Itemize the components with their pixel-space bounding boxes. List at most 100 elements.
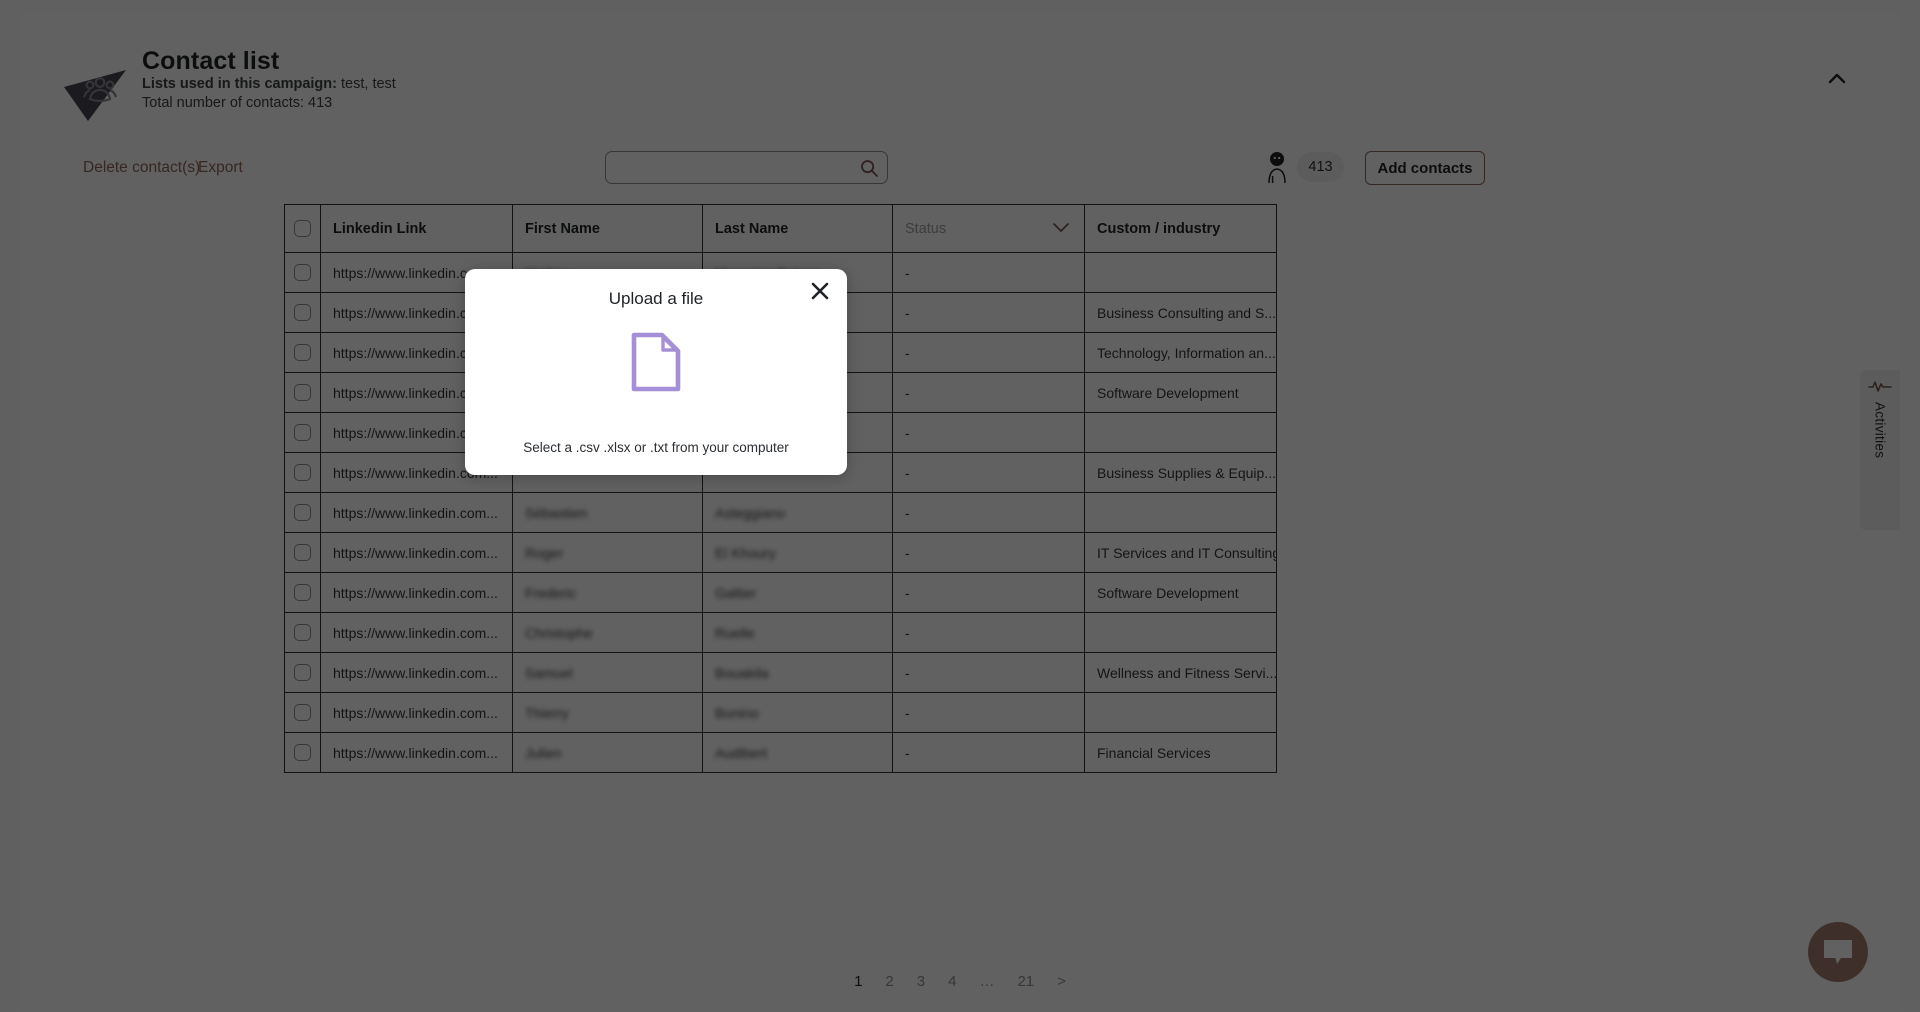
row-checkbox[interactable] xyxy=(294,344,311,361)
cell-linkedin-link: https://www.linkedin.com... xyxy=(320,612,513,653)
cell-custom-industry xyxy=(1084,412,1277,453)
row-checkbox[interactable] xyxy=(294,384,311,401)
row-checkbox[interactable] xyxy=(294,624,311,641)
row-select-cell[interactable] xyxy=(284,692,321,733)
pagination-next-button[interactable]: > xyxy=(1057,974,1066,989)
row-checkbox[interactable] xyxy=(294,744,311,761)
row-select-cell[interactable] xyxy=(284,572,321,613)
table-row[interactable]: https://www.linkedin.com... Julien Audiber… xyxy=(284,732,1277,773)
pagination: 1 2 3 4 … 21 > xyxy=(20,974,1900,989)
cell-custom-industry-text: Software Development xyxy=(1097,584,1239,601)
cell-linkedin-link: https://www.linkedin.com... xyxy=(320,732,513,773)
cell-status-text: - xyxy=(905,464,910,481)
cell-first-name-text: Samuel xyxy=(525,664,573,681)
chevron-down-icon[interactable] xyxy=(1052,221,1070,233)
row-select-cell[interactable] xyxy=(284,732,321,773)
cell-last-name-text: Bouakila xyxy=(715,664,769,681)
cell-status-text: - xyxy=(905,344,910,361)
app-dimmed-layer: Contact list Lists used in this campaign… xyxy=(0,0,1920,1012)
row-checkbox[interactable] xyxy=(294,584,311,601)
select-all-header[interactable] xyxy=(284,204,321,253)
cell-status: - xyxy=(892,692,1085,733)
cell-status: - xyxy=(892,572,1085,613)
row-select-cell[interactable] xyxy=(284,412,321,453)
cell-status: - xyxy=(892,412,1085,453)
chevron-up-icon[interactable] xyxy=(1820,62,1854,96)
cell-status-text: - xyxy=(905,744,910,761)
cell-status: - xyxy=(892,332,1085,373)
cell-status-text: - xyxy=(905,504,910,521)
table-row[interactable]: https://www.linkedin.com... Roger El Khour… xyxy=(284,532,1277,573)
cell-linkedin-link: https://www.linkedin.com... xyxy=(320,572,513,613)
select-all-checkbox[interactable] xyxy=(294,220,311,237)
cell-last-name: Asteggiano xyxy=(702,492,893,533)
row-select-cell[interactable] xyxy=(284,612,321,653)
pagination-page-2[interactable]: 2 xyxy=(885,974,893,989)
cell-first-name-text: Sébastien xyxy=(525,504,588,521)
row-checkbox[interactable] xyxy=(294,504,311,521)
table-row[interactable]: https://www.linkedin.com... Frederic Galti… xyxy=(284,572,1277,613)
pagination-page-3[interactable]: 3 xyxy=(917,974,925,989)
row-checkbox[interactable] xyxy=(294,264,311,281)
cell-first-name: Sébastien xyxy=(512,492,703,533)
row-select-cell[interactable] xyxy=(284,332,321,373)
row-checkbox[interactable] xyxy=(294,544,311,561)
pagination-page-1[interactable]: 1 xyxy=(854,974,862,989)
contact-list-page: Contact list Lists used in this campaign… xyxy=(20,14,1900,1012)
column-header-custom-industry[interactable]: Custom / industry xyxy=(1084,204,1277,253)
cell-status: - xyxy=(892,732,1085,773)
row-select-cell[interactable] xyxy=(284,292,321,333)
cell-first-name: Julien xyxy=(512,732,703,773)
row-select-cell[interactable] xyxy=(284,252,321,293)
cell-status-text: - xyxy=(905,264,910,281)
cell-linkedin-link-text: https://www.linkedin.com... xyxy=(333,624,498,641)
delete-contacts-button[interactable]: Delete contact(s) xyxy=(83,159,200,177)
row-select-cell[interactable] xyxy=(284,652,321,693)
cell-linkedin-link: https://www.linkedin.com... xyxy=(320,492,513,533)
table-row[interactable]: https://www.linkedin.com... Christophe Rue… xyxy=(284,612,1277,653)
cell-last-name-text: Galtier xyxy=(715,584,757,601)
search-box[interactable] xyxy=(605,151,888,184)
column-header-first-name[interactable]: First Name xyxy=(512,204,703,253)
cell-first-name-text: Christophe xyxy=(525,624,593,641)
campaign-lists-line: Lists used in this campaign: test, test xyxy=(142,76,396,92)
row-select-cell[interactable] xyxy=(284,452,321,493)
column-header-status-label: Status xyxy=(905,220,947,237)
search-icon[interactable] xyxy=(859,158,879,178)
export-button[interactable]: Export xyxy=(198,159,243,177)
row-checkbox[interactable] xyxy=(294,424,311,441)
cell-last-name: Ruelle xyxy=(702,612,893,653)
person-icon xyxy=(1264,150,1292,184)
table-row[interactable]: https://www.linkedin.com... Thierry Bonino… xyxy=(284,692,1277,733)
activities-panel-tab[interactable]: Activities xyxy=(1860,370,1900,530)
cell-linkedin-link-text: https://www.linkedin.com... xyxy=(333,544,498,561)
cell-status: - xyxy=(892,492,1085,533)
table-header: Linkedin Link First Name Last Name Statu… xyxy=(284,204,1277,253)
cell-first-name: Frederic xyxy=(512,572,703,613)
row-select-cell[interactable] xyxy=(284,492,321,533)
cell-first-name: Christophe xyxy=(512,612,703,653)
add-contacts-button[interactable]: Add contacts xyxy=(1365,151,1485,185)
row-checkbox[interactable] xyxy=(294,664,311,681)
column-header-linkedin[interactable]: Linkedin Link xyxy=(320,204,513,253)
table-row[interactable]: https://www.linkedin.com... Samuel Bouakil… xyxy=(284,652,1277,693)
row-select-cell[interactable] xyxy=(284,372,321,413)
cell-linkedin-link-text: https://www.linkedin.com... xyxy=(333,704,498,721)
column-header-status[interactable]: Status xyxy=(892,204,1085,253)
cell-last-name-text: Bonino xyxy=(715,704,759,721)
table-row[interactable]: https://www.linkedin.com... Sébastien Aste… xyxy=(284,492,1277,533)
row-checkbox[interactable] xyxy=(294,464,311,481)
cell-first-name: Roger xyxy=(512,532,703,573)
pagination-page-4[interactable]: 4 xyxy=(948,974,956,989)
row-checkbox[interactable] xyxy=(294,304,311,321)
cell-custom-industry-text: Business Consulting and S... xyxy=(1097,304,1276,321)
chat-bubble-icon[interactable] xyxy=(1808,922,1868,982)
column-header-last-name[interactable]: Last Name xyxy=(702,204,893,253)
close-icon[interactable] xyxy=(807,278,833,304)
pagination-page-21[interactable]: 21 xyxy=(1017,974,1034,989)
row-select-cell[interactable] xyxy=(284,532,321,573)
file-upload-dropzone[interactable] xyxy=(465,331,847,398)
cell-custom-industry-text: Software Development xyxy=(1097,384,1239,401)
row-checkbox[interactable] xyxy=(294,704,311,721)
search-input[interactable] xyxy=(606,152,887,183)
